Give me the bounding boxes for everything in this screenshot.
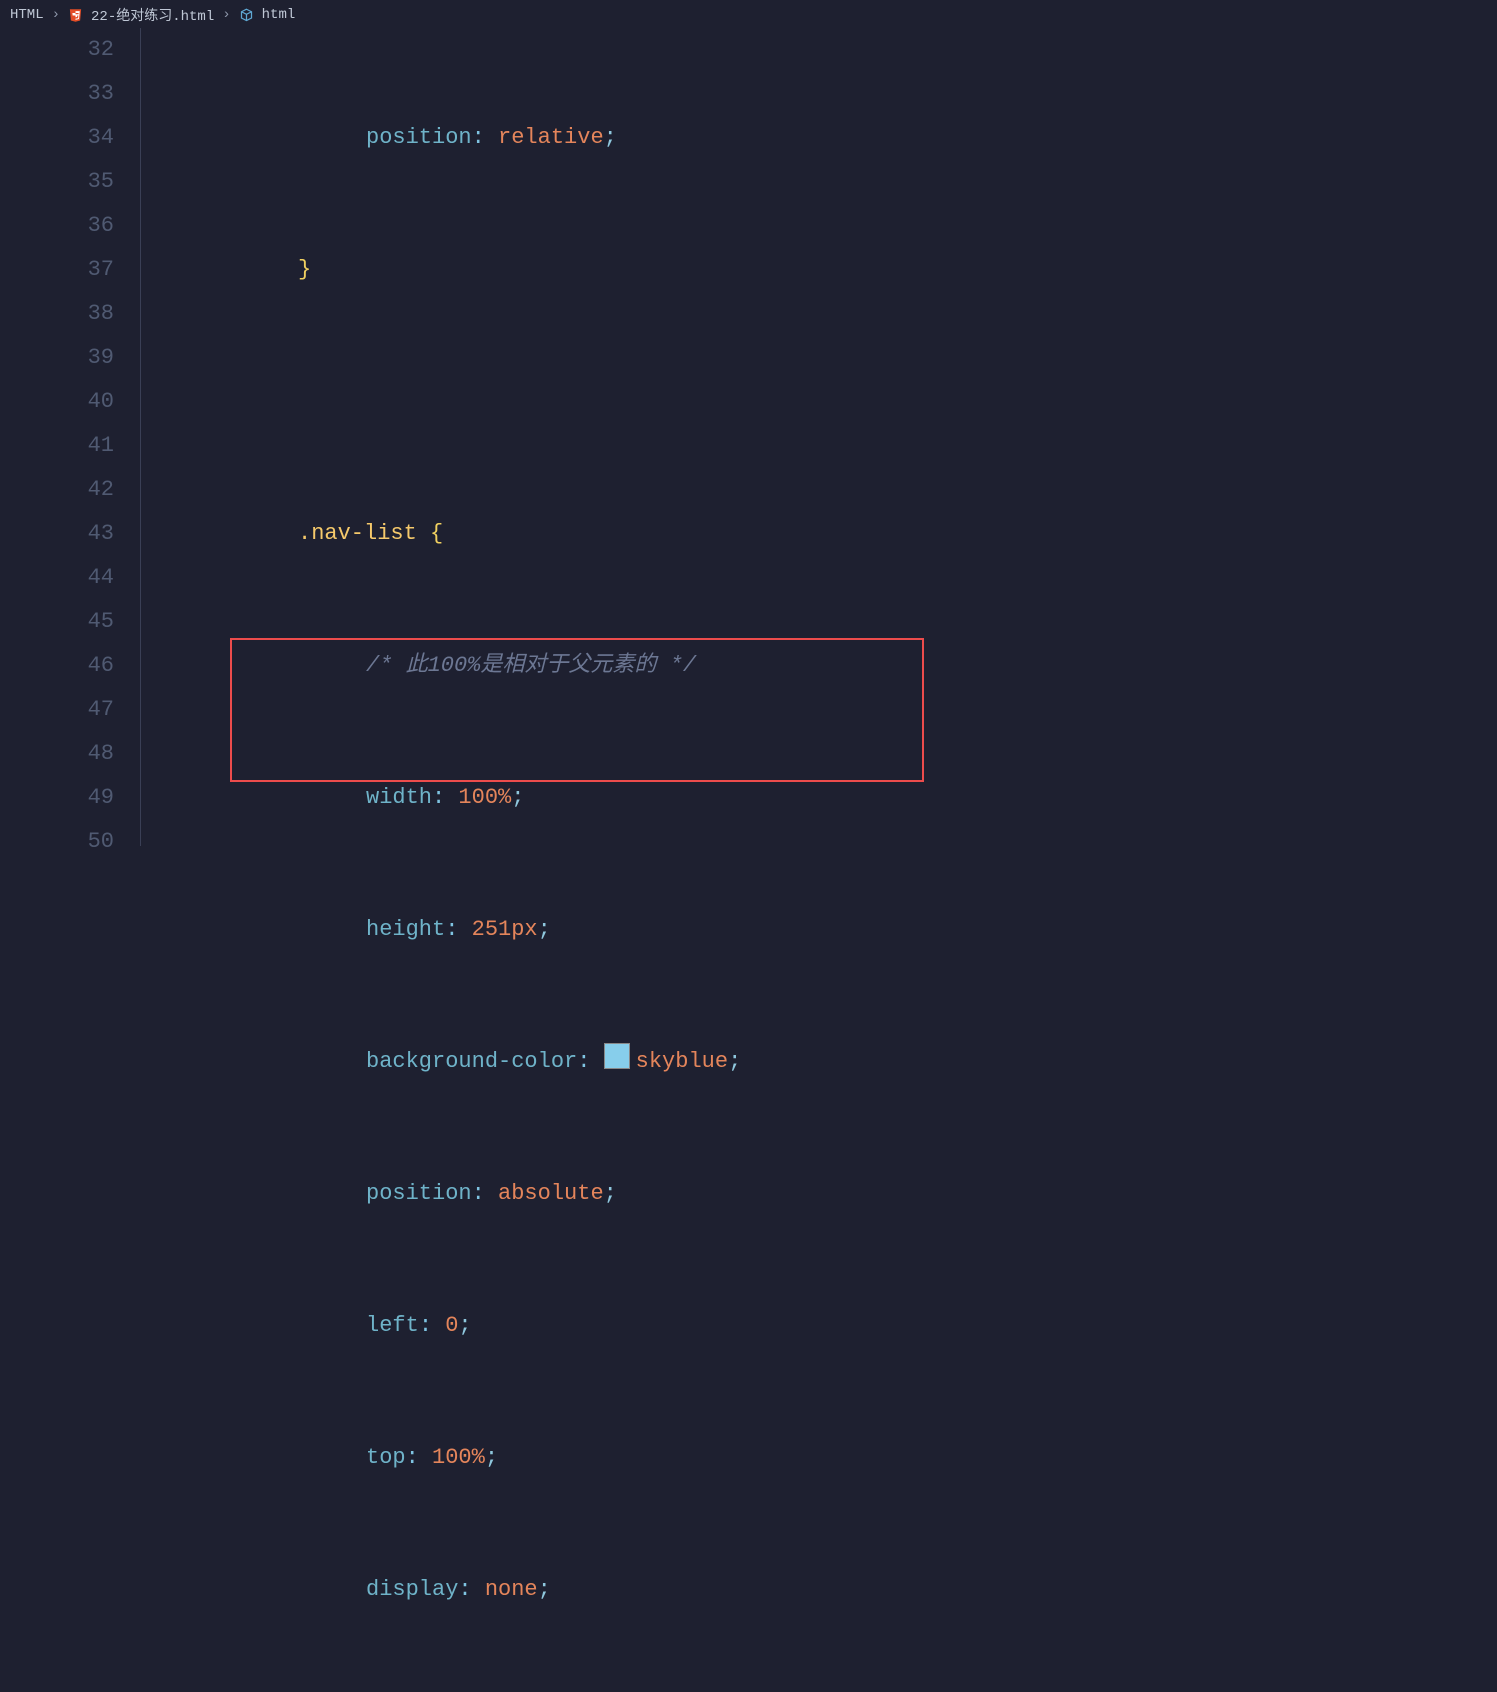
- code-area[interactable]: position: relative; } .nav-list { /* 此10…: [154, 28, 1497, 846]
- breadcrumb-sep-1: ›: [52, 7, 60, 23]
- code-line[interactable]: [154, 380, 1497, 424]
- code-line[interactable]: position: absolute;: [154, 1172, 1497, 1216]
- line-number: 39: [0, 336, 140, 380]
- line-number: 37: [0, 248, 140, 292]
- line-number: 47: [0, 688, 140, 732]
- line-number-gutter: 32 33 34 35 36 37 38 39 40 41 42 43 44 4…: [0, 28, 140, 846]
- line-number: 45: [0, 600, 140, 644]
- breadcrumb-root[interactable]: HTML: [10, 7, 44, 23]
- breadcrumb-file[interactable]: 22-绝对练习.html: [91, 5, 214, 25]
- code-line[interactable]: position: relative;: [154, 116, 1497, 160]
- code-line[interactable]: height: 251px;: [154, 908, 1497, 952]
- line-number: 38: [0, 292, 140, 336]
- color-swatch-icon: [604, 1043, 630, 1069]
- line-number: 46: [0, 644, 140, 688]
- html5-icon: [68, 8, 83, 23]
- breadcrumb-sep-2: ›: [222, 7, 230, 23]
- line-number: 32: [0, 28, 140, 72]
- line-number: 36: [0, 204, 140, 248]
- line-number: 44: [0, 556, 140, 600]
- line-number: 42: [0, 468, 140, 512]
- code-line[interactable]: }: [154, 248, 1497, 292]
- code-line[interactable]: .nav-list {: [154, 512, 1497, 556]
- line-number: 40: [0, 380, 140, 424]
- fold-guide: [140, 28, 155, 846]
- code-line[interactable]: background-color: skyblue;: [154, 1040, 1497, 1084]
- code-line[interactable]: left: 0;: [154, 1304, 1497, 1348]
- cube-icon: [239, 8, 254, 23]
- line-number: 48: [0, 732, 140, 776]
- line-number: 33: [0, 72, 140, 116]
- line-number: 49: [0, 776, 140, 820]
- line-number: 41: [0, 424, 140, 468]
- breadcrumb: HTML › 22-绝对练习.html › html: [0, 0, 1497, 31]
- line-number: 34: [0, 116, 140, 160]
- line-number: 50: [0, 820, 140, 864]
- code-line[interactable]: /* 此100%是相对于父元素的 */: [154, 644, 1497, 688]
- code-editor[interactable]: 32 33 34 35 36 37 38 39 40 41 42 43 44 4…: [0, 28, 1497, 846]
- code-line[interactable]: top: 100%;: [154, 1436, 1497, 1480]
- code-line[interactable]: display: none;: [154, 1568, 1497, 1612]
- code-line[interactable]: width: 100%;: [154, 776, 1497, 820]
- line-number: 43: [0, 512, 140, 556]
- breadcrumb-node[interactable]: html: [262, 7, 296, 23]
- line-number: 35: [0, 160, 140, 204]
